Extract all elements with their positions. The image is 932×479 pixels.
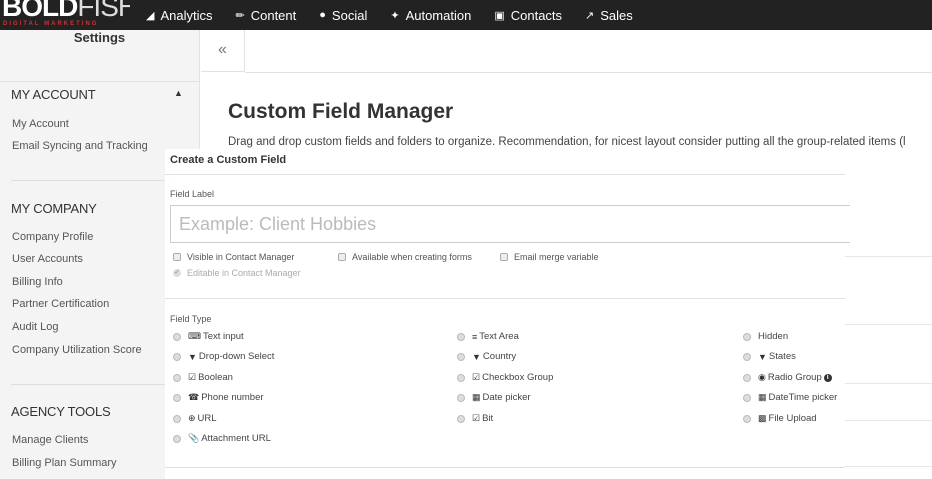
top-navigation-bar: BOLDFISH DIGITAL MARKETING ◢ Analytics ✏ C…: [0, 0, 932, 30]
type-text-area-radio[interactable]: ≡ Text Area: [457, 331, 519, 342]
checkbox-icon: ☑: [472, 413, 481, 423]
sidebar-item-billing-plan[interactable]: Billing Plan Summary: [12, 457, 117, 469]
type-date-picker-radio[interactable]: ▦ Date picker: [457, 392, 531, 403]
page-description: Drag and drop custom fields and folders …: [228, 136, 906, 148]
email-merge-variable-checkbox[interactable]: Email merge variable: [500, 252, 599, 262]
text-area-icon: ≡: [472, 331, 478, 342]
dropdown-icon: ▼: [758, 351, 767, 362]
sidebar-item-manage-clients[interactable]: Manage Clients: [12, 434, 88, 446]
checkbox-icon: ☑: [472, 372, 481, 382]
nav-content[interactable]: ✏ Content: [236, 8, 297, 23]
type-radio-group-radio[interactable]: ◉ Radio Group i: [743, 372, 832, 383]
calendar-icon: ▦: [758, 392, 767, 402]
radio-icon: ◉: [758, 372, 766, 382]
text-input-icon: ⌨: [188, 331, 201, 341]
sidebar-divider: [11, 384, 176, 385]
nav-sales[interactable]: ↗ Sales: [585, 8, 633, 23]
caret-up-icon[interactable]: ▲: [174, 88, 183, 98]
main-nav: ◢ Analytics ✏ Content ● Social ✦ Automation …: [146, 0, 656, 30]
page-title: Custom Field Manager: [228, 100, 454, 123]
nav-automation[interactable]: ✦ Automation: [390, 8, 471, 23]
brand-logo[interactable]: BOLDFISH DIGITAL MARKETING: [0, 0, 130, 30]
info-icon: i: [823, 373, 832, 382]
type-checkbox-group-radio[interactable]: ☑ Checkbox Group: [457, 372, 553, 383]
file-icon: ▩: [758, 413, 767, 423]
sidebar-divider: [11, 180, 176, 181]
chat-icon: ●: [319, 9, 326, 21]
dialog-divider: [165, 174, 845, 175]
sidebar-item-billing-info[interactable]: Billing Info: [12, 276, 63, 288]
field-label-caption: Field Label: [170, 189, 215, 199]
sidebar-title: Settings: [0, 30, 199, 82]
check-icon: ✓: [173, 269, 181, 277]
dialog-title: Create a Custom Field: [170, 154, 287, 166]
sidebar-item-my-account[interactable]: My Account: [12, 118, 69, 130]
field-label-input[interactable]: [170, 205, 850, 243]
sidebar-item-utilization-score[interactable]: Company Utilization Score: [12, 344, 142, 356]
available-in-forms-checkbox[interactable]: Available when creating forms: [338, 252, 472, 262]
section-agency-tools[interactable]: AGENCY TOOLS: [11, 404, 111, 419]
visible-in-contact-manager-checkbox[interactable]: Visible in Contact Manager: [173, 252, 294, 262]
contact-card-icon: ▣: [494, 9, 505, 22]
toolbar-divider: [245, 72, 932, 73]
paperclip-icon: 📎: [188, 433, 200, 443]
nav-contacts[interactable]: ▣ Contacts: [494, 8, 562, 23]
globe-icon: ⊕: [188, 413, 196, 423]
create-custom-field-dialog: Create a Custom Field Field Label Visibl…: [165, 149, 850, 479]
type-hidden-radio[interactable]: Hidden: [743, 331, 788, 342]
sidebar-item-company-profile[interactable]: Company Profile: [12, 231, 93, 243]
type-attachment-url-radio[interactable]: 📎 Attachment URL: [173, 433, 271, 444]
calendar-icon: ▦: [472, 392, 481, 402]
nav-analytics[interactable]: ◢ Analytics: [146, 8, 213, 23]
dropdown-icon: ▼: [188, 351, 197, 362]
type-url-radio[interactable]: ⊕ URL: [173, 413, 217, 424]
nav-social[interactable]: ● Social: [319, 8, 367, 23]
magic-wand-icon: ✦: [390, 9, 400, 22]
field-type-caption: Field Type: [170, 314, 212, 324]
type-file-upload-radio[interactable]: ▩ File Upload: [743, 413, 817, 424]
type-bit-radio[interactable]: ☑ Bit: [457, 413, 493, 424]
type-datetime-picker-radio[interactable]: ▦ DateTime picker: [743, 392, 837, 403]
type-boolean-radio[interactable]: ☑ Boolean: [173, 372, 233, 383]
sidebar-item-audit-log[interactable]: Audit Log: [12, 321, 58, 333]
sidebar-item-user-accounts[interactable]: User Accounts: [12, 253, 83, 265]
pencil-icon: ✏: [235, 9, 245, 22]
section-my-account[interactable]: MY ACCOUNT: [11, 87, 96, 102]
sidebar-item-email-syncing[interactable]: Email Syncing and Tracking: [12, 140, 148, 152]
dialog-divider: [165, 298, 845, 299]
phone-icon: ☎: [188, 392, 200, 402]
type-country-radio[interactable]: ▼ Country: [457, 351, 516, 362]
type-phone-number-radio[interactable]: ☎ Phone number: [173, 392, 264, 403]
type-text-input-radio[interactable]: ⌨ Text input: [173, 331, 244, 342]
dropdown-icon: ▼: [472, 351, 481, 362]
collapse-sidebar-button[interactable]: «: [201, 30, 245, 72]
section-my-company[interactable]: MY COMPANY: [11, 201, 97, 216]
sidebar-item-partner-certification[interactable]: Partner Certification: [12, 298, 109, 310]
dialog-divider: [165, 467, 845, 468]
editable-in-contact-manager-checkbox: ✓ Editable in Contact Manager: [173, 268, 301, 278]
type-drop-down-select-radio[interactable]: ▼ Drop-down Select: [173, 351, 274, 362]
trend-icon: ↗: [585, 9, 595, 22]
type-states-radio[interactable]: ▼ States: [743, 351, 796, 362]
checkbox-icon: ☑: [188, 372, 197, 382]
chart-icon: ◢: [146, 9, 155, 22]
